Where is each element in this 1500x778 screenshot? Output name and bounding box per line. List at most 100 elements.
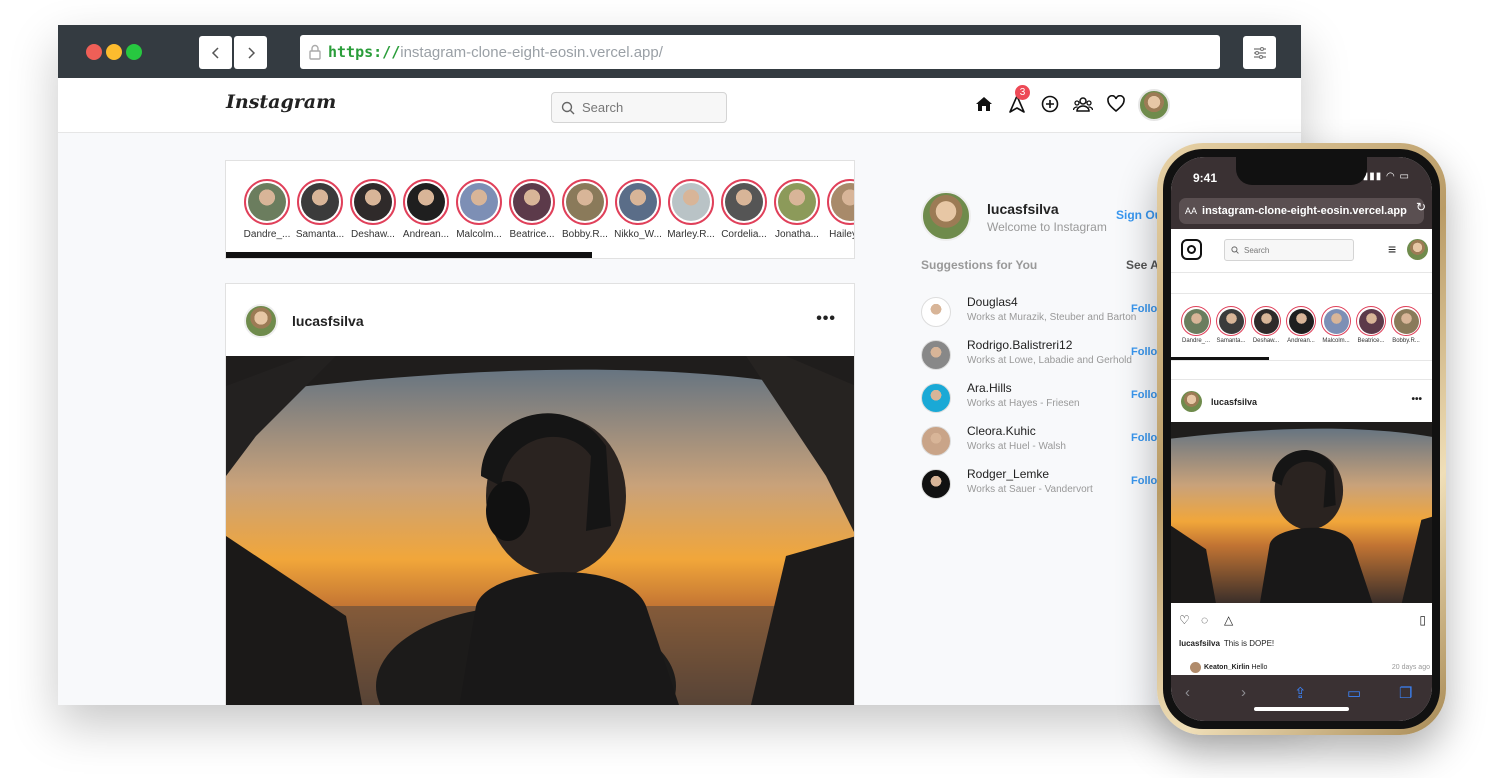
story-item[interactable]: Samanta... [296, 179, 344, 240]
suggestion-username[interactable]: Ara.Hills [967, 381, 1012, 395]
suggestion-avatar[interactable] [921, 426, 951, 456]
back-button[interactable] [199, 36, 232, 69]
story-item[interactable]: Cordelia... [721, 179, 767, 240]
suggestion-username[interactable]: Douglas4 [967, 295, 1018, 309]
story-ring[interactable] [721, 179, 767, 225]
safari-share-icon[interactable]: ⇪ [1294, 684, 1307, 702]
story-ring[interactable] [774, 179, 820, 225]
post-author-avatar[interactable] [244, 304, 278, 338]
home-icon[interactable] [974, 94, 994, 114]
mobile-stories-scrollbar[interactable] [1171, 357, 1269, 360]
mobile-story-ring[interactable] [1321, 306, 1351, 336]
current-user-avatar[interactable] [921, 191, 971, 241]
share-icon[interactable]: △ [1224, 613, 1233, 627]
instagram-glyph-icon[interactable] [1181, 239, 1202, 260]
story-item[interactable]: Deshaw... [350, 179, 396, 240]
post-options-button[interactable]: ••• [816, 310, 836, 328]
story-item[interactable]: Marley.R... [667, 179, 715, 240]
story-item[interactable]: Bobby.R... [562, 179, 608, 240]
post-author-name[interactable]: lucasfsilva [292, 313, 364, 329]
current-user-name[interactable]: lucasfsilva [987, 201, 1059, 217]
story-item[interactable]: Malcolm... [456, 179, 502, 240]
comment-icon[interactable]: ◌ [1201, 613, 1208, 627]
safari-bookmarks-icon[interactable]: ▭ [1347, 684, 1361, 702]
story-ring[interactable] [668, 179, 714, 225]
story-avatar [725, 183, 763, 221]
story-ring[interactable] [615, 179, 661, 225]
story-avatar [566, 183, 604, 221]
suggestion-avatar[interactable] [921, 383, 951, 413]
safari-back-icon[interactable]: ‹ [1185, 684, 1190, 701]
mobile-post-author-name[interactable]: lucasfsilva [1211, 397, 1257, 407]
comment-author[interactable]: Keaton_Kirlin [1204, 664, 1250, 671]
mobile-story-ring[interactable] [1216, 306, 1246, 336]
post-image[interactable] [226, 356, 854, 705]
mobile-story-ring[interactable] [1391, 306, 1421, 336]
story-item[interactable]: Nikko_W... [614, 179, 662, 240]
address-bar[interactable]: https://instagram-clone-eight-eosin.verc… [300, 35, 1220, 69]
mobile-post-options-button[interactable]: ••• [1411, 394, 1422, 405]
safari-address[interactable]: AA instagram-clone-eight-eosin.vercel.ap… [1179, 198, 1424, 224]
suggestion-avatar[interactable] [921, 297, 951, 327]
forward-button[interactable] [234, 36, 267, 69]
story-avatar [407, 183, 445, 221]
heart-icon[interactable] [1106, 94, 1126, 114]
direct-message-icon[interactable]: 3 [1007, 85, 1030, 114]
people-icon[interactable] [1073, 94, 1093, 114]
search-input[interactable]: Search [551, 92, 727, 123]
reload-icon[interactable]: ↻ [1416, 200, 1426, 214]
text-size-button[interactable]: AA [1185, 206, 1197, 216]
suggestion-username[interactable]: Rodrigo.Balistreri12 [967, 338, 1072, 352]
mobile-profile-avatar[interactable] [1407, 239, 1428, 260]
mobile-story-item[interactable]: Deshaw... [1251, 306, 1281, 344]
browser-menu-button[interactable] [1243, 36, 1276, 69]
mobile-story-avatar [1253, 308, 1279, 334]
story-item[interactable]: Dandre_... [244, 179, 290, 240]
mobile-story-item[interactable]: Malcolm... [1321, 306, 1351, 344]
comment-author-avatar[interactable] [1190, 662, 1201, 673]
story-item[interactable]: Jonatha... [774, 179, 820, 240]
suggestion-avatar[interactable] [921, 469, 951, 499]
story-ring[interactable] [509, 179, 555, 225]
mobile-story-item[interactable]: Dandre_... [1181, 306, 1211, 344]
profile-avatar[interactable] [1138, 89, 1170, 121]
caption-author[interactable]: lucasfsilva [1179, 639, 1220, 648]
mobile-story-item[interactable]: Bobby.R... [1391, 306, 1421, 344]
story-item[interactable]: Hailey_... [827, 179, 854, 240]
bookmark-icon[interactable]: ▯ [1419, 613, 1426, 627]
mobile-post-author-avatar[interactable] [1181, 391, 1202, 412]
story-ring[interactable] [350, 179, 396, 225]
create-post-icon[interactable] [1040, 94, 1060, 114]
suggestion-username[interactable]: Rodger_Lemke [967, 467, 1049, 481]
mobile-post-image[interactable] [1171, 422, 1432, 603]
mobile-story-item[interactable]: Andrean... [1286, 306, 1316, 344]
mobile-story-ring[interactable] [1356, 306, 1386, 336]
story-ring[interactable] [403, 179, 449, 225]
story-ring[interactable] [244, 179, 290, 225]
safari-tabs-icon[interactable]: ❐ [1399, 684, 1412, 702]
mobile-story-item[interactable]: Beatrice... [1356, 306, 1386, 344]
mobile-story-item[interactable]: Samanta... [1216, 306, 1246, 344]
safari-forward-icon[interactable]: › [1241, 684, 1246, 701]
story-ring[interactable] [827, 179, 854, 225]
story-item[interactable]: Beatrice... [509, 179, 555, 240]
stories-scrollbar[interactable] [226, 252, 592, 258]
story-avatar [513, 183, 551, 221]
story-ring[interactable] [562, 179, 608, 225]
close-window-button[interactable] [86, 44, 102, 60]
hamburger-menu-icon[interactable]: ≡ [1388, 241, 1396, 257]
like-icon[interactable]: ♡ [1179, 613, 1190, 627]
story-ring[interactable] [456, 179, 502, 225]
instagram-logo[interactable]: Instagram [226, 91, 336, 113]
suggestion-avatar[interactable] [921, 340, 951, 370]
mobile-story-ring[interactable] [1251, 306, 1281, 336]
mobile-search-input[interactable]: Search [1224, 239, 1354, 261]
minimize-window-button[interactable] [106, 44, 122, 60]
story-item[interactable]: Andrean... [403, 179, 449, 240]
suggestion-username[interactable]: Cleora.Kuhic [967, 424, 1036, 438]
mobile-story-ring[interactable] [1286, 306, 1316, 336]
mobile-story-ring[interactable] [1181, 306, 1211, 336]
mobile-story-username: Bobby.R... [1392, 338, 1420, 344]
story-ring[interactable] [297, 179, 343, 225]
maximize-window-button[interactable] [126, 44, 142, 60]
